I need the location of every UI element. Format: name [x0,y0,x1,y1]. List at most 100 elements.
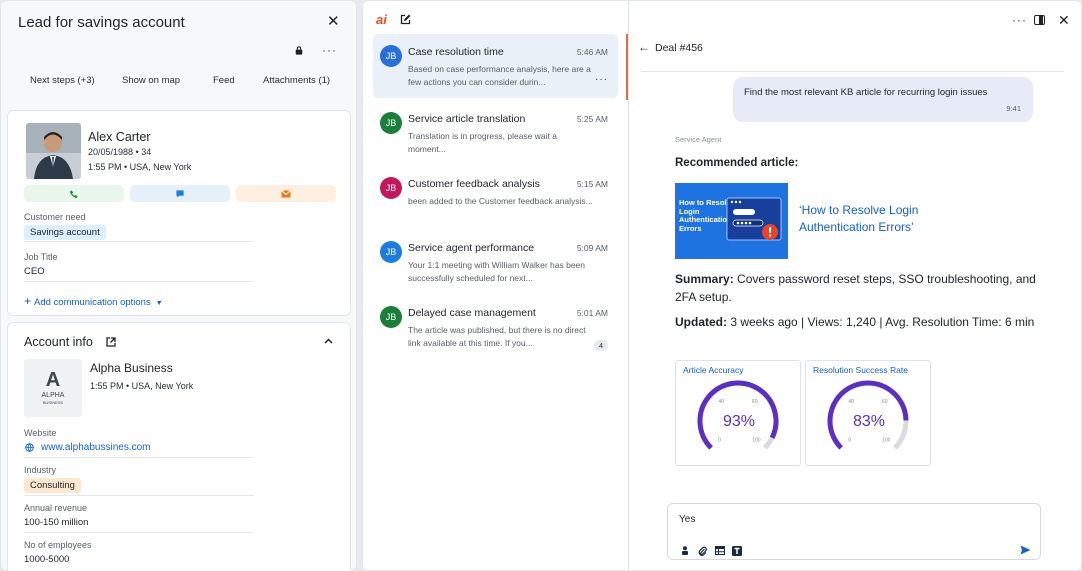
conversation-time: 5:09 AM [576,243,608,253]
agent-label: Service Agent [675,135,722,144]
gauge-value: 93% [722,413,756,430]
account-card: Account info A ALPHA BUSINESS Alpha Busi… [7,322,351,571]
add-communication-options[interactable]: + Add communication options ▼ [24,294,163,308]
close-icon[interactable]: ✕ [327,12,340,30]
divider [24,281,254,282]
more-options-icon[interactable]: ··· [595,74,608,85]
job-title-label: Job Title [24,252,58,262]
job-title-value: CEO [24,266,45,277]
tab-feed[interactable]: Feed [213,75,235,86]
user-message-bubble: Find the most relevant KB article for re… [733,77,1033,122]
globe-icon [25,443,34,452]
conversation-item[interactable]: JB Customer feedback analysis 5:15 AM been … [373,166,618,230]
conversation-avatar: JB [380,241,402,263]
conversation-preview: Translation is in progress, please wait … [408,131,557,154]
revenue-label: Annual revenue [24,503,88,513]
company-logo: A ALPHA BUSINESS [24,359,82,417]
website-label: Website [24,428,57,438]
account-info-title: Account info [24,335,93,349]
industry-chip: Consulting [24,478,81,493]
lead-panel: Lead for savings account ✕ ··· Next step… [0,0,357,571]
updated-text: 3 weeks ago | Views: 1,240 | Avg. Resolu… [727,315,1035,329]
lock-icon[interactable] [294,46,304,55]
summary: Summary: Covers password reset steps, SS… [675,271,1045,306]
call-button[interactable] [24,185,124,202]
close-icon[interactable]: ✕ [1058,12,1070,29]
logo-text: ALPHA [41,392,65,399]
customer-need-chip: Savings account [24,225,106,240]
tab-next-steps[interactable]: Next steps (+3) [30,75,95,86]
conversation-preview: Based on case performance analysis, here… [408,64,591,87]
chat-icon [176,189,184,198]
contact-card: Alex Carter 20/05/1988 • 34 1:55 PM • US… [7,110,351,316]
gauge-tick-label: 0 [718,437,721,443]
divider [24,457,254,458]
conversation-avatar: JB [380,45,402,67]
employees-label: No of employees [24,540,92,550]
conversation-time: 5:46 AM [576,47,608,57]
more-options-icon[interactable]: ··· [1012,13,1027,27]
conversation-title: Service agent performance [408,242,535,254]
tab-show-on-map[interactable]: Show on map [122,75,180,86]
recommended-heading: Recommended article: [675,157,799,169]
conversation-item[interactable]: JB Service agent performance 5:09 AM Your 1… [373,230,618,294]
summary-label: Summary: [675,272,734,286]
conversation-item[interactable]: JB Case resolution time 5:46 AM Based on ca… [373,34,618,98]
caret-down-icon: ▼ [155,300,163,307]
kb-article-thumbnail[interactable]: How to Resolve Login Authentication Erro… [675,183,788,259]
gauge-card-resolution: Resolution Success Rate 0 40 60 100 83% [805,360,931,466]
phone-icon [69,189,78,198]
conversation-title: Service article translation [408,113,526,125]
conversation-item[interactable]: JB Delayed case management 5:01 AM The arti… [373,295,618,359]
avatar [26,123,81,179]
back-arrow-icon[interactable]: ← [638,40,650,54]
text-format-icon[interactable] [732,546,742,556]
divider [24,495,254,496]
company-name: Alpha Business [90,361,173,375]
updated-label: Updated: [675,315,727,329]
person-time-location: 1:55 PM • USA, New York [88,162,192,172]
conversation-title: Delayed case management [408,307,536,319]
gauge-value: 83% [852,413,886,430]
gauge-card-accuracy: Article Accuracy 0 40 60 100 93% [675,360,801,466]
chevron-up-icon[interactable] [324,338,333,344]
message-input-value: Yes [679,514,696,525]
attachment-icon[interactable] [698,546,707,556]
gauge-tick-label: 0 [848,437,851,443]
employees-value: 1000-5000 [24,554,70,565]
person-name: Alex Carter [88,130,151,144]
divider [24,241,254,242]
conversation-item[interactable]: JB Service article translation 5:25 AM Tran… [373,101,618,165]
send-icon[interactable] [1020,545,1031,555]
message-button[interactable] [130,185,230,202]
add-communication-label: Add communication options [34,297,151,308]
login-window-icon [726,197,782,241]
user-message-text: Find the most relevant KB article for re… [744,87,988,98]
email-button[interactable] [236,185,336,202]
conversation-title: Case resolution time [408,46,504,58]
external-link-icon[interactable] [106,337,116,347]
sidebar-toggle-icon[interactable] [1034,15,1045,25]
plus-icon: + [24,294,32,308]
more-options-icon[interactable]: ··· [322,43,337,57]
gauge-tick-label: 60 [752,399,758,405]
revenue-value: 100-150 million [24,517,89,528]
conversation-list-panel: ai JB Case resolution time 5:46 AM Based on… [362,0,629,571]
conversation-avatar: JB [380,177,402,199]
mail-icon [281,189,291,197]
gauge-tick-label: 40 [719,399,725,405]
conversation-preview: Your 1:1 meeting with William Walker has… [408,260,586,283]
person-icon[interactable] [681,546,689,555]
table-icon[interactable] [715,546,725,555]
edit-icon[interactable] [400,14,411,25]
message-input[interactable]: Yes [667,503,1041,560]
website-link[interactable]: www.alphabussines.com [41,442,151,453]
tab-attachments[interactable]: Attachments (1) [263,75,330,86]
conversation-time: 5:01 AM [576,308,608,318]
gauge-tick-label: 60 [882,399,888,405]
kb-article-link[interactable]: ‘How to Resolve Login Authentication Err… [799,202,979,236]
customer-need-label: Customer need [24,212,86,222]
user-message-time: 9:41 [1006,104,1021,113]
conversation-time: 5:25 AM [576,114,608,124]
conversation-preview: The article was published, but there is … [408,325,586,348]
